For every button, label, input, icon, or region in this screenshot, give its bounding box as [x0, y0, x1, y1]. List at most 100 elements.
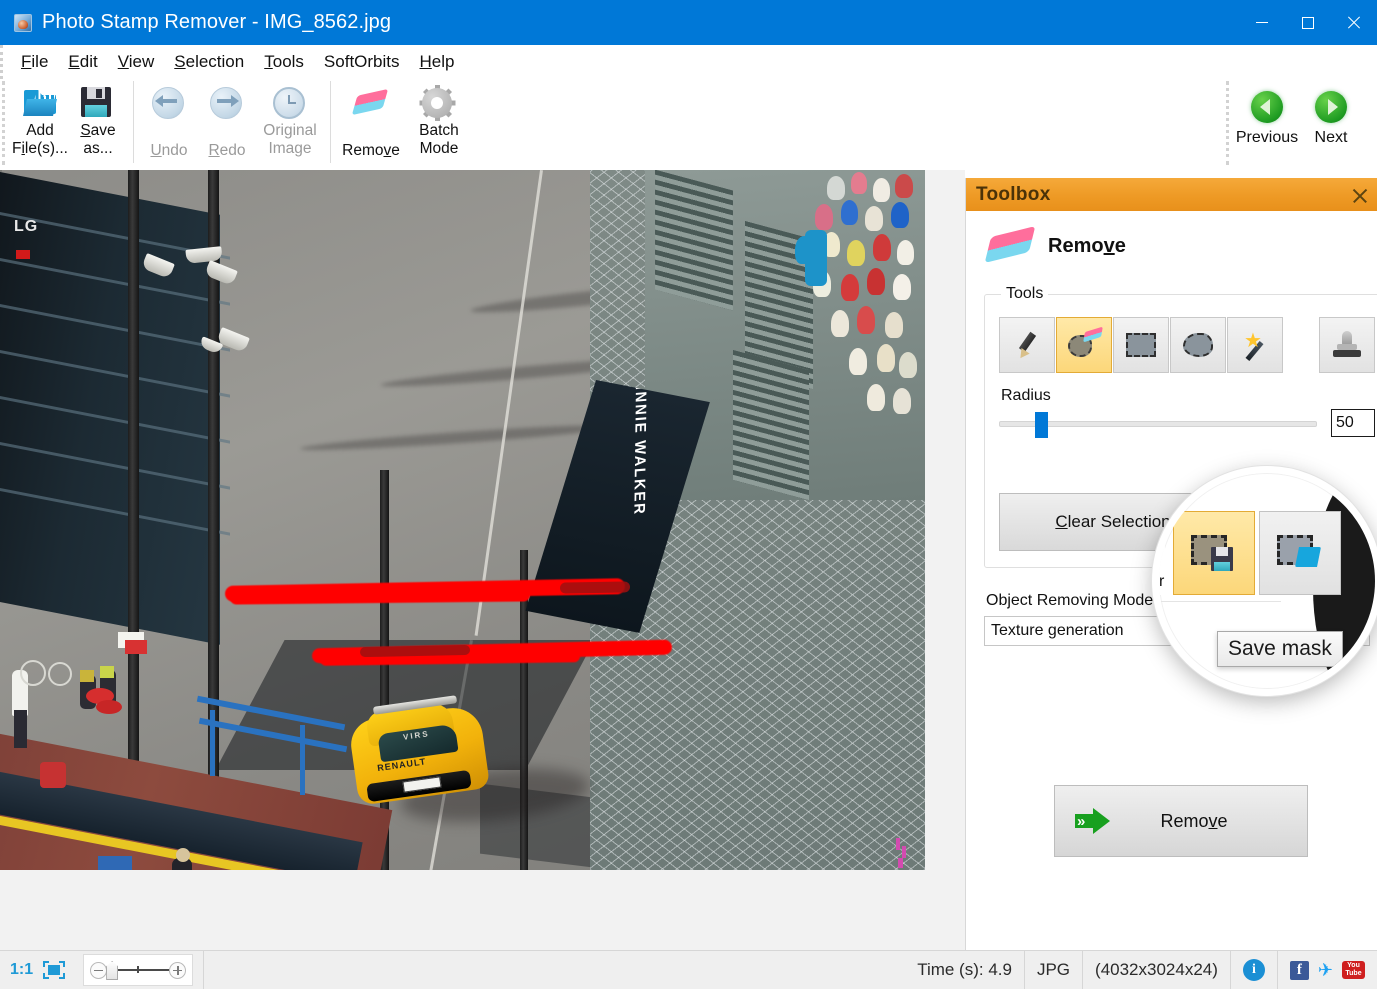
magic-wand-icon	[1240, 330, 1270, 360]
previous-label: Previous	[1236, 129, 1298, 147]
toolbar-separator-1	[133, 81, 134, 163]
photo-image[interactable]: LG	[0, 170, 925, 870]
left-structure	[0, 170, 220, 645]
green-right-arrow-icon	[1315, 91, 1347, 123]
close-icon	[1347, 16, 1361, 30]
toolbox-mode-header: Remove	[988, 227, 1363, 265]
social-links: f ✈ YouTube	[1278, 961, 1377, 980]
toolbox-mode-title: Remove	[1048, 235, 1126, 258]
save-mask-button[interactable]	[1173, 511, 1255, 595]
menu-item-view[interactable]: View	[108, 49, 165, 75]
magnifier-group-line	[1159, 601, 1281, 602]
redo-label: Redo	[208, 142, 245, 160]
title-bar: Photo Stamp Remover - IMG_8562.jpg	[0, 0, 1377, 45]
magnifier-clipped-text-2: le	[1159, 641, 1171, 659]
redo-arrow-icon	[210, 85, 244, 119]
close-button[interactable]	[1331, 0, 1377, 45]
toolbox-header: Toolbox	[966, 178, 1377, 211]
window-controls	[1239, 0, 1377, 45]
add-files-button[interactable]: Add File(s)...	[11, 79, 69, 167]
info-icon[interactable]: i	[1243, 959, 1265, 981]
maximize-button[interactable]	[1285, 0, 1331, 45]
remove-action-label: Remove	[1115, 811, 1307, 832]
pencil-icon	[1012, 330, 1042, 360]
zoom-slider-widget[interactable]	[83, 954, 193, 986]
johnnie-walker-text: JOHNNIE WALKER	[630, 380, 650, 562]
menu-item-softorbits[interactable]: SoftOrbits	[314, 49, 410, 75]
gear-icon	[422, 85, 456, 119]
menu-item-tools[interactable]: Tools	[254, 49, 314, 75]
nav-divider	[1226, 81, 1229, 165]
lg-sign: LG	[14, 218, 38, 236]
previous-button[interactable]: Previous	[1235, 79, 1299, 167]
pencil-tool-button[interactable]	[999, 317, 1055, 373]
menu-item-file[interactable]: File	[11, 49, 58, 75]
image-dimensions: (4032x3024x24)	[1083, 951, 1231, 989]
original-image-button[interactable]: Original Image	[256, 79, 324, 167]
window-title: Photo Stamp Remover - IMG_8562.jpg	[42, 11, 391, 34]
minimize-icon	[1256, 22, 1268, 23]
zoom-out-button[interactable]	[90, 962, 107, 979]
remove-mode-label: Remove	[342, 142, 400, 160]
toolbar-separator-2	[330, 81, 331, 163]
twitter-icon[interactable]: ✈	[1318, 961, 1333, 979]
remove-mode-button[interactable]: Remove	[337, 79, 405, 167]
zoom-ratio-button[interactable]: 1:1	[10, 961, 33, 979]
navigation-group: Previous Next	[1224, 79, 1377, 170]
image-canvas-area[interactable]: LG	[0, 170, 965, 950]
floppy-disk-icon	[81, 85, 115, 119]
lasso-select-tool-button[interactable]	[1170, 317, 1226, 373]
radius-slider-thumb[interactable]	[1035, 412, 1048, 438]
menu-item-edit[interactable]: Edit	[58, 49, 107, 75]
maximize-icon	[1302, 17, 1314, 29]
safety-car: VIRS RENAULT	[345, 695, 493, 803]
green-arrow-icon: »	[1075, 806, 1115, 836]
facebook-icon[interactable]: f	[1290, 961, 1309, 980]
magnifier-content: r le Save mask	[1159, 473, 1377, 696]
magnifier-overlay: r le Save mask	[1152, 466, 1377, 696]
zoom-slider-thumb[interactable]	[106, 961, 118, 980]
next-label: Next	[1315, 129, 1348, 147]
red-led-sign	[16, 250, 30, 259]
remove-action-button[interactable]: » Remove	[1054, 785, 1308, 857]
fit-to-window-icon[interactable]	[43, 961, 65, 979]
zoom-in-button[interactable]	[169, 962, 186, 979]
application-window: Photo Stamp Remover - IMG_8562.jpg File …	[0, 0, 1377, 989]
batch-mode-button[interactable]: Batch Mode	[405, 79, 473, 167]
redo-button[interactable]: Redo	[198, 79, 256, 167]
next-button[interactable]: Next	[1299, 79, 1363, 167]
eraser-brush-icon	[1067, 329, 1101, 361]
minimize-button[interactable]	[1239, 0, 1285, 45]
youtube-icon[interactable]: YouTube	[1342, 961, 1365, 979]
radius-slider[interactable]	[999, 412, 1317, 434]
radius-value-input[interactable]: 50	[1331, 409, 1375, 437]
eraser-icon	[988, 227, 1032, 265]
undo-button[interactable]: Undo	[140, 79, 198, 167]
toolbox-title: Toolbox	[966, 184, 1051, 206]
load-mask-button[interactable]	[1259, 511, 1341, 595]
magnifier-clipped-text-1: r	[1159, 573, 1164, 591]
save-as-label-line2: as...	[83, 140, 112, 158]
menu-item-help[interactable]: Help	[410, 49, 465, 75]
radius-row: 50	[999, 409, 1375, 437]
toolbar-divider	[2, 81, 5, 165]
batch-mode-label-line2: Mode	[420, 140, 459, 158]
undo-label: Undo	[150, 142, 187, 160]
magic-wand-tool-button[interactable]	[1227, 317, 1283, 373]
open-folder-icon	[23, 85, 57, 119]
save-as-button[interactable]: Save as...	[69, 79, 127, 167]
rectangle-select-tool-button[interactable]	[1113, 317, 1169, 373]
menu-bar: File Edit View Selection Tools SoftOrbit…	[0, 45, 1377, 79]
lasso-select-icon	[1183, 333, 1213, 357]
menu-item-selection[interactable]: Selection	[164, 49, 254, 75]
eraser-brush-tool-button[interactable]	[1056, 317, 1112, 373]
original-image-label-line2: Image	[268, 140, 311, 158]
eraser-icon	[354, 85, 388, 119]
clone-stamp-tool-button[interactable]	[1319, 317, 1375, 373]
toolbox-close-icon[interactable]	[1352, 187, 1368, 203]
processing-time: Time (s): 4.9	[905, 951, 1025, 989]
tool-buttons-row	[999, 317, 1375, 373]
status-bar-spacer	[204, 951, 905, 989]
save-mask-icon	[1191, 533, 1237, 573]
rectangle-select-icon	[1126, 333, 1156, 357]
